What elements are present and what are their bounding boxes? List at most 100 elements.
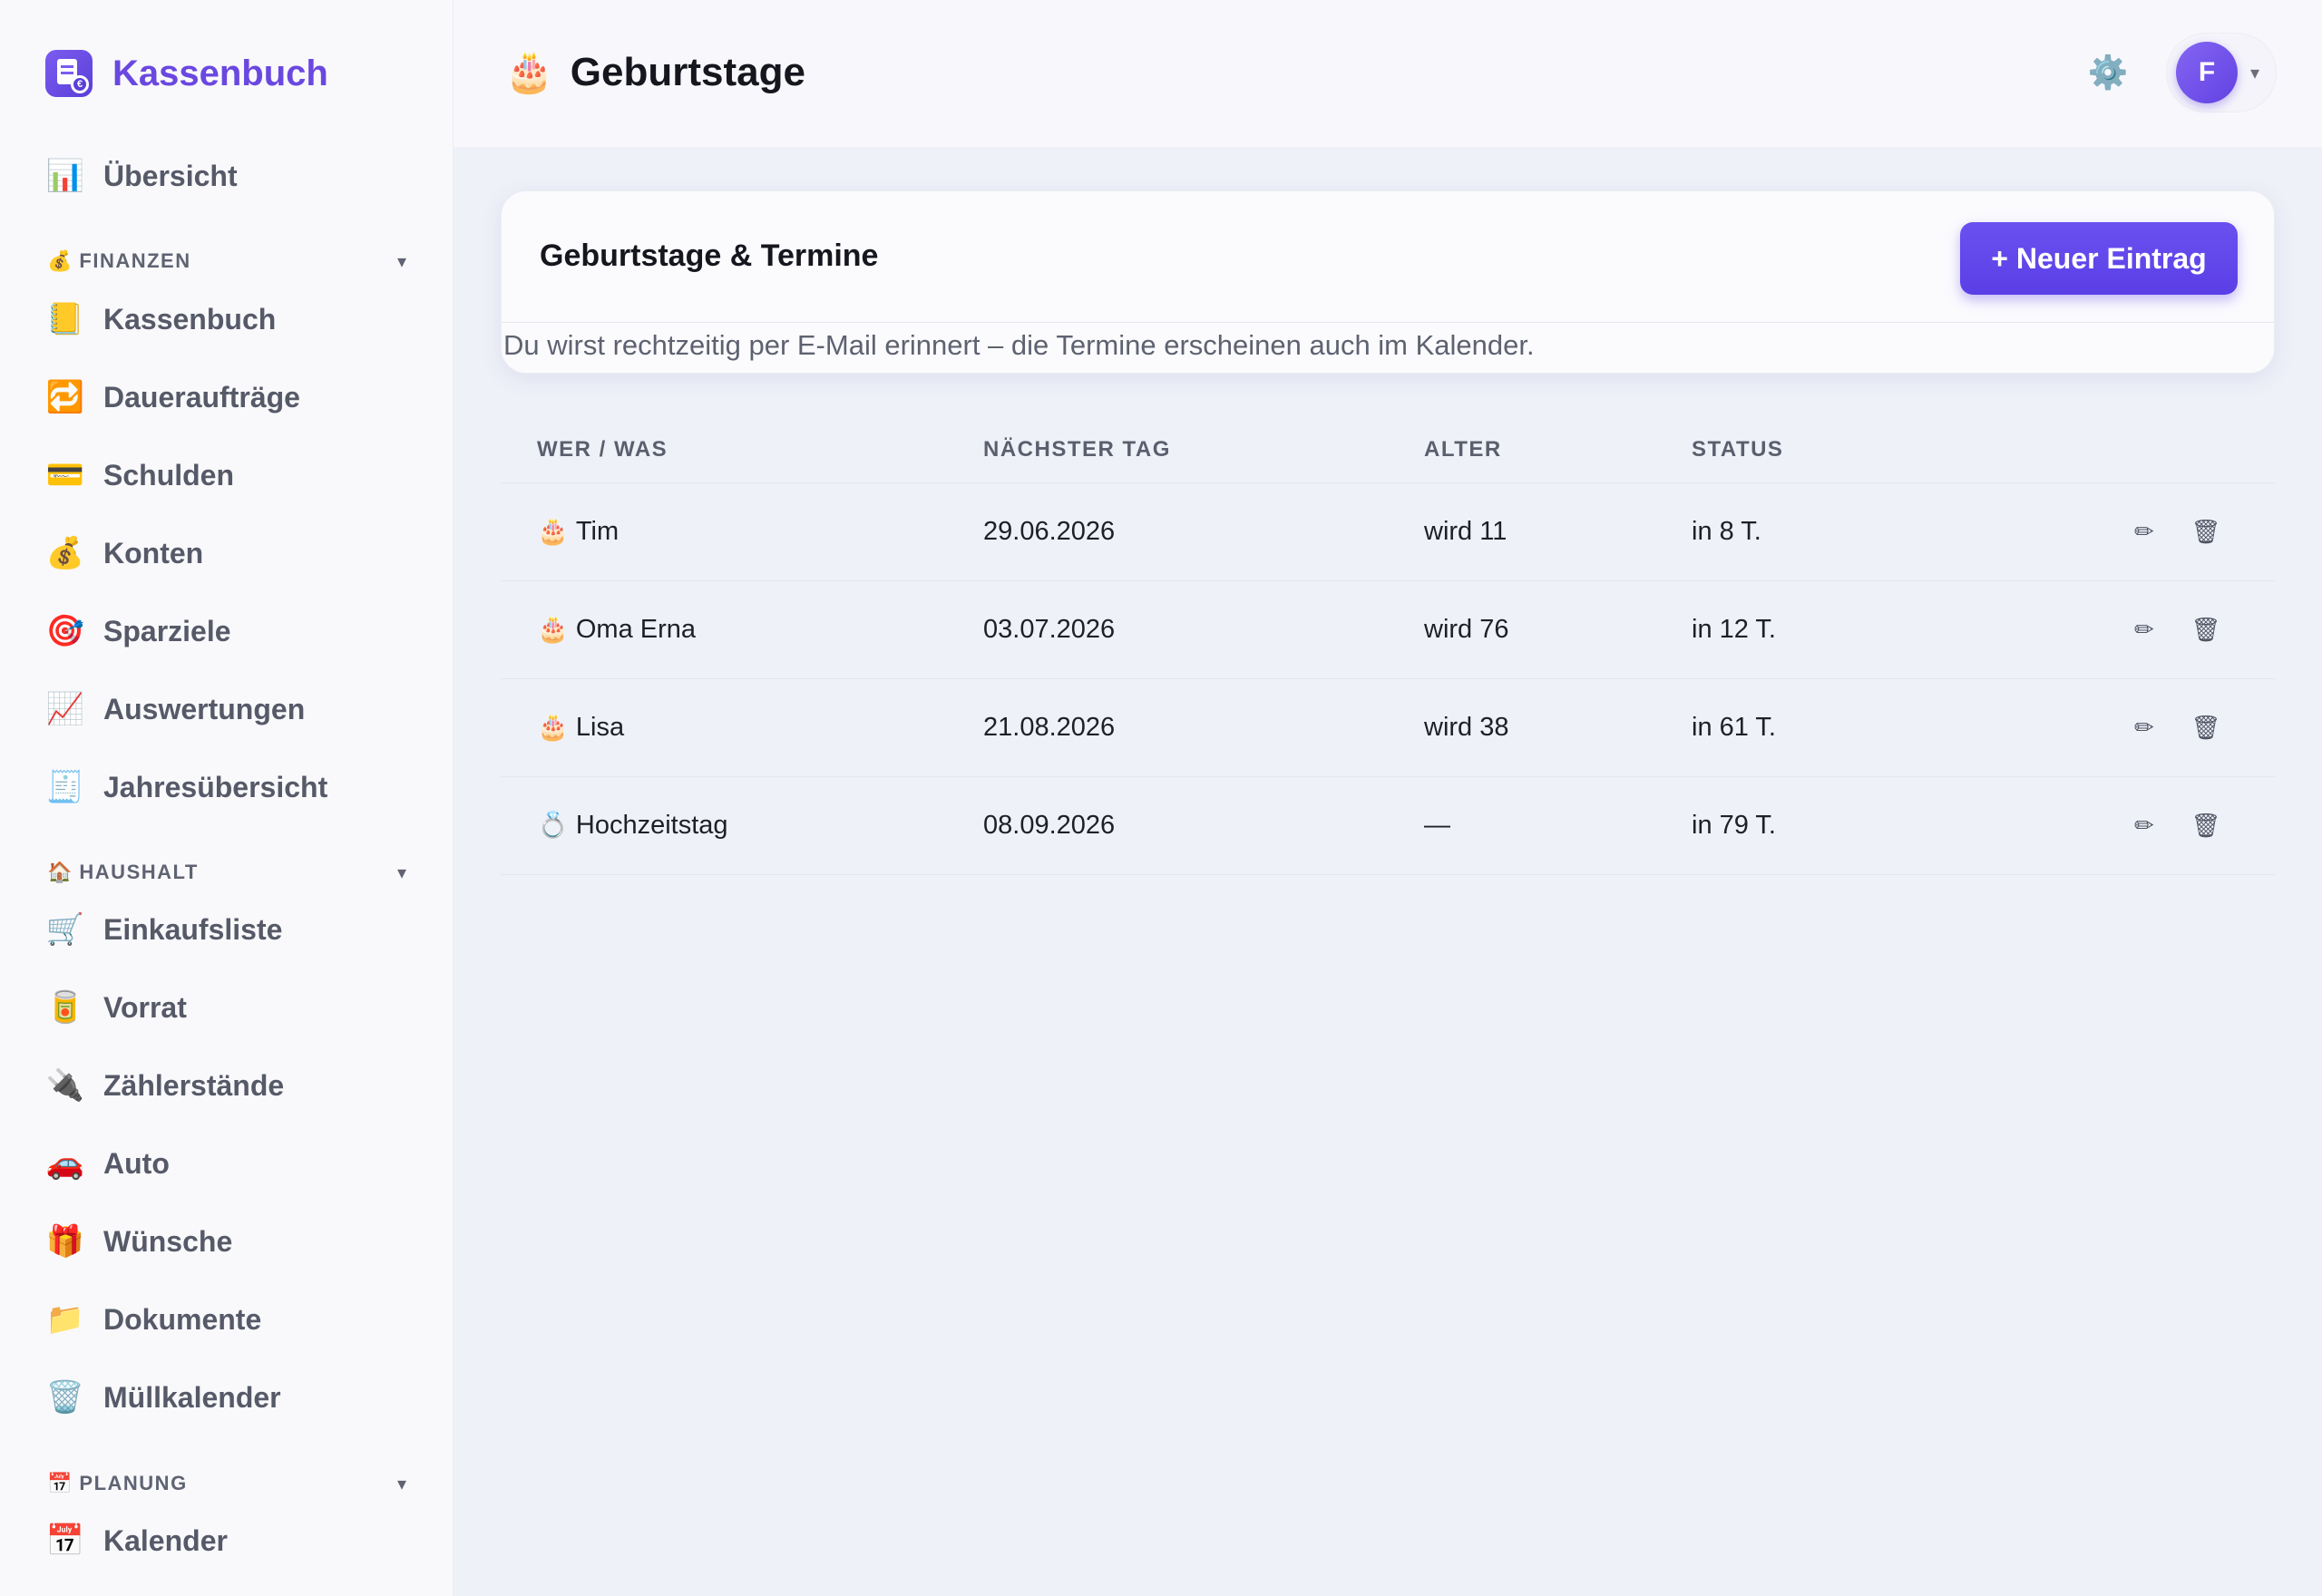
cell-date: 21.08.2026 xyxy=(983,712,1116,742)
ledger-icon: 📒 xyxy=(45,302,85,336)
sidebar-item-label: Müllkalender xyxy=(103,1380,281,1414)
sidebar-item-label: Kassenbuch xyxy=(103,302,277,336)
sidebar-item-label: Auto xyxy=(103,1146,170,1180)
gift-icon: 🎁 xyxy=(45,1224,85,1259)
cell-who: 💍 Hochzeitstag xyxy=(537,777,728,873)
cell-status: in 8 T. xyxy=(1692,516,1761,546)
delete-trash-icon[interactable]: 🗑 xyxy=(2186,581,2226,677)
entry-name: Hochzeitstag xyxy=(575,810,728,840)
section-label: PLANUNG xyxy=(79,1472,188,1494)
edit-pencil-icon[interactable]: ✏ xyxy=(2124,483,2164,579)
sidebar-item-dokumente[interactable]: 📁 Dokumente xyxy=(45,1292,408,1347)
cell-status: in 12 T. xyxy=(1692,614,1776,644)
page-title: 🎂 Geburtstage xyxy=(504,45,805,100)
sidebar: € Kassenbuch 📊 Übersicht 💰 FINANZEN ▾ 📒 … xyxy=(0,0,454,1596)
calendar-icon: 📅 xyxy=(47,1472,73,1494)
sidebar-item-label: Sparziele xyxy=(103,614,231,647)
sidebar-item-auswertungen[interactable]: 📈 Auswertungen xyxy=(45,682,408,736)
user-menu-button[interactable]: F ▾ xyxy=(2166,33,2277,112)
cell-who: 🎂 Oma Erna xyxy=(537,581,696,677)
delete-trash-icon[interactable]: 🗑 xyxy=(2186,679,2226,775)
bar-chart-icon: 📊 xyxy=(45,159,85,193)
sidebar-item-vorrat[interactable]: 🥫 Vorrat xyxy=(45,980,408,1035)
sidebar-item-label: Auswertungen xyxy=(103,692,306,725)
delete-trash-icon[interactable]: 🗑 xyxy=(2186,777,2226,873)
column-header-status: STATUS xyxy=(1692,437,1784,462)
sidebar-item-label: Konten xyxy=(103,536,204,569)
sidebar-item-label: Dokumente xyxy=(103,1302,262,1336)
chevron-down-icon: ▾ xyxy=(396,251,406,272)
sidebar-item-sparziele[interactable]: 🎯 Sparziele xyxy=(45,604,408,658)
trash-can-icon: 🗑️ xyxy=(45,1380,85,1415)
sidebar-item-label: Wünsche xyxy=(103,1224,233,1258)
cell-date: 29.06.2026 xyxy=(983,516,1116,546)
sidebar-item-kassenbuch[interactable]: 📒 Kassenbuch xyxy=(45,292,408,346)
sidebar-section-haushalt[interactable]: 🏠 HAUSHALT ▾ xyxy=(47,859,406,886)
table-row: 🎂 Tim 29.06.2026 wird 11 in 8 T. ✏ 🗑 xyxy=(501,483,2275,581)
sidebar-item-konten[interactable]: 💰 Konten xyxy=(45,526,408,580)
sidebar-item-label: Schulden xyxy=(103,458,235,491)
car-icon: 🚗 xyxy=(45,1146,85,1181)
sidebar-item-jahresuebersicht[interactable]: 🧾 Jahresübersicht xyxy=(45,760,408,814)
avatar: F xyxy=(2176,42,2238,103)
sidebar-item-label: Vorrat xyxy=(103,990,187,1024)
calendar-icon: 📅 xyxy=(45,1523,85,1558)
cell-age: — xyxy=(1424,810,1450,840)
sidebar-item-auto[interactable]: 🚗 Auto xyxy=(45,1136,408,1191)
cashbook-logo-icon: € xyxy=(45,50,93,97)
birthday-cake-icon: 🎂 xyxy=(537,713,569,741)
column-header-who: WER / WAS xyxy=(537,437,668,462)
sidebar-item-label: Übersicht xyxy=(103,159,238,192)
sidebar-item-muellkalender[interactable]: 🗑️ Müllkalender xyxy=(45,1370,408,1425)
sidebar-item-zaehlerstaende[interactable]: 🔌 Zählerstände xyxy=(45,1058,408,1113)
plug-icon: 🔌 xyxy=(45,1068,85,1103)
canned-food-icon: 🥫 xyxy=(45,990,85,1025)
edit-pencil-icon[interactable]: ✏ xyxy=(2124,777,2164,873)
receipt-icon: 🧾 xyxy=(45,770,85,804)
edit-pencil-icon[interactable]: ✏ xyxy=(2124,679,2164,775)
credit-card-icon: 💳 xyxy=(45,458,85,492)
delete-trash-icon[interactable]: 🗑 xyxy=(2186,483,2226,579)
cell-age: wird 11 xyxy=(1424,516,1507,546)
table-row: 🎂 Oma Erna 03.07.2026 wird 76 in 12 T. ✏… xyxy=(501,581,2275,679)
sidebar-item-label: Einkaufsliste xyxy=(103,912,283,946)
sidebar-item-label: Jahresübersicht xyxy=(103,770,328,803)
sidebar-item-wuensche[interactable]: 🎁 Wünsche xyxy=(45,1214,408,1269)
sidebar-item-label: Daueraufträge xyxy=(103,380,300,414)
chevron-down-icon: ▾ xyxy=(2250,63,2260,83)
page-title-text: Geburtstage xyxy=(570,50,805,94)
new-entry-button[interactable]: + Neuer Eintrag xyxy=(1960,222,2238,295)
brand-name: Kassenbuch xyxy=(112,53,328,93)
column-header-next-day: NÄCHSTER TAG xyxy=(983,437,1171,462)
table-row: 💍 Hochzeitstag 08.09.2026 — in 79 T. ✏ 🗑 xyxy=(501,777,2275,875)
card-title: Geburtstage & Termine xyxy=(540,238,879,273)
chevron-down-icon: ▾ xyxy=(396,862,406,883)
birthday-cake-icon: 🎂 xyxy=(537,517,569,545)
sidebar-section-finanzen[interactable]: 💰 FINANZEN ▾ xyxy=(47,248,406,275)
shopping-cart-icon: 🛒 xyxy=(45,912,85,947)
birthdays-card: Geburtstage & Termine + Neuer Eintrag Du… xyxy=(501,190,2275,374)
brand[interactable]: € Kassenbuch xyxy=(45,49,328,98)
house-icon: 🏠 xyxy=(47,861,73,883)
cell-date: 08.09.2026 xyxy=(983,810,1116,840)
sidebar-section-planung[interactable]: 📅 PLANUNG ▾ xyxy=(47,1470,406,1497)
edit-pencil-icon[interactable]: ✏ xyxy=(2124,581,2164,677)
cell-age: wird 38 xyxy=(1424,712,1509,742)
settings-gear-icon[interactable]: ⚙️ xyxy=(2086,51,2130,94)
sidebar-item-label: Zählerstände xyxy=(103,1068,285,1102)
sidebar-item-dauerauftraege[interactable]: 🔁 Daueraufträge xyxy=(45,370,408,424)
birthday-cake-icon: 🎂 xyxy=(504,50,554,94)
cell-age: wird 76 xyxy=(1424,614,1509,644)
section-label: FINANZEN xyxy=(79,249,191,272)
entry-name: Lisa xyxy=(575,712,625,742)
trend-chart-icon: 📈 xyxy=(45,692,85,726)
sidebar-item-kalender[interactable]: 📅 Kalender xyxy=(45,1513,408,1568)
money-bag-icon: 💰 xyxy=(45,536,85,570)
sidebar-item-overview[interactable]: 📊 Übersicht xyxy=(45,149,408,203)
chevron-down-icon: ▾ xyxy=(396,1474,406,1494)
sidebar-item-schulden[interactable]: 💳 Schulden xyxy=(45,448,408,502)
target-icon: 🎯 xyxy=(45,614,85,648)
table-row: 🎂 Lisa 21.08.2026 wird 38 in 61 T. ✏ 🗑 xyxy=(501,679,2275,777)
money-bag-icon: 💰 xyxy=(47,249,73,272)
sidebar-item-einkaufsliste[interactable]: 🛒 Einkaufsliste xyxy=(45,902,408,957)
